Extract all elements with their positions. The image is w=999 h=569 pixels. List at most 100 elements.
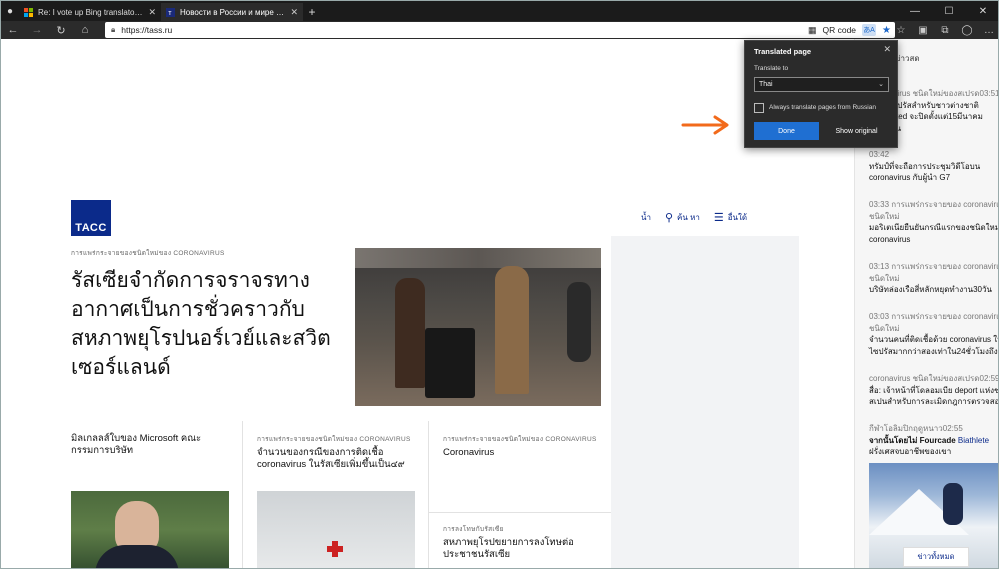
- tass-logo[interactable]: ТАСС: [71, 200, 111, 238]
- red-cross-icon: [327, 541, 343, 557]
- card-kicker[interactable]: การลงโทษกับรัสเซีย: [443, 525, 597, 534]
- article-card[interactable]: การแพร่กระจายของชนิดใหม่ของ CORONAVIRUS …: [243, 421, 429, 568]
- news-line[interactable]: coronavirus กับผู้นำ G7: [869, 172, 998, 184]
- profile-icon[interactable]: ◯: [956, 21, 978, 39]
- news-line-bold[interactable]: จากนั้นโดยไม่ Fourcade: [869, 436, 956, 445]
- article-card[interactable]: มิลเกลลส์ใบของ Microsoft คณะกรรมการบริษั…: [57, 421, 243, 568]
- browser-toolbar: ← → ↻ ⌂ 🔒︎ https://tass.ru ▦ QR code あA …: [1, 21, 998, 39]
- close-window-icon[interactable]: ✕: [966, 1, 998, 21]
- card-title[interactable]: จำนวนของกรณีของการติดเชื้อ coronavirus ใ…: [257, 447, 414, 471]
- tass-favicon-icon: т: [166, 7, 175, 17]
- photo-ceiling: [355, 248, 601, 268]
- news-line[interactable]: ทรัมป์ที่จะถือการประชุมวิดีโอบน: [869, 161, 998, 173]
- language-select[interactable]: Thai ⌄: [754, 77, 889, 92]
- more-menu-icon[interactable]: …: [978, 21, 998, 39]
- article-cards: มิลเกลลส์ใบของ Microsoft คณะกรรมการบริษั…: [57, 421, 611, 568]
- back-icon[interactable]: ←: [1, 24, 25, 36]
- tab-title: Re: I vote up Bing translator exte: [38, 7, 144, 17]
- always-translate-label[interactable]: Always translate pages from Russian: [769, 104, 876, 111]
- close-popup-icon[interactable]: ✕: [883, 44, 891, 55]
- extension-icon[interactable]: ⧉: [934, 21, 956, 39]
- card-title[interactable]: มิลเกลลส์ใบของ Microsoft คณะกรรมการบริษั…: [71, 433, 228, 457]
- all-news-button[interactable]: ข่าวทั้งหมด: [903, 547, 969, 567]
- tab-bing-translator[interactable]: Re: I vote up Bing translator exte ✕: [19, 3, 161, 21]
- always-translate-checkbox[interactable]: [754, 103, 764, 113]
- search-icon[interactable]: ⚲: [665, 211, 673, 224]
- photo-luggage: [425, 328, 475, 398]
- home-icon[interactable]: ⌂: [73, 24, 97, 36]
- nav-news-link[interactable]: น้ำ: [641, 211, 651, 224]
- selected-language: Thai: [759, 81, 773, 88]
- news-line[interactable]: บริษัทล่องเรือสี่หลักหยุดทำงาน30วัน: [869, 284, 998, 296]
- close-tab-icon[interactable]: ✕: [290, 7, 298, 18]
- photo-person: [495, 266, 529, 394]
- new-tab-icon[interactable]: +: [303, 3, 321, 21]
- article-card[interactable]: การลงโทษกับรัสเซีย สหภาพยุโรปขยายการลงโท…: [429, 513, 611, 568]
- news-feed-header: ข่าวสด: [895, 54, 920, 63]
- hero-kicker[interactable]: การแพร่กระจายของชนิดใหม่ของ CORONAVIRUS: [71, 248, 225, 258]
- news-meta: กีฬาโอลิมปิกฤดูหนาว02:55: [869, 424, 963, 433]
- show-original-button[interactable]: Show original: [824, 122, 889, 140]
- translate-to-label: Translate to: [754, 65, 789, 72]
- news-line-suffix[interactable]: Biathlete: [956, 436, 989, 445]
- done-button[interactable]: Done: [754, 122, 819, 140]
- card-title[interactable]: Coronavirus: [443, 447, 597, 459]
- news-line[interactable]: จำนวนคนที่ติดเชื้อด้วย coronavirus ใน: [869, 334, 998, 346]
- article-card[interactable]: การแพร่กระจายของชนิดใหม่ของ CORONAVIRUS …: [429, 421, 611, 513]
- close-tab-icon[interactable]: ✕: [148, 7, 156, 18]
- hero-article[interactable]: การแพร่กระจายของชนิดใหม่ของ CORONAVIRUS …: [57, 236, 611, 421]
- news-line[interactable]: มอริเตเนียยืนยันกรณีแรกของชนิดใหม่: [869, 222, 998, 234]
- hero-headline[interactable]: รัสเซียจำกัดการจราจรทางอากาศเป็นการชั่วค…: [71, 266, 336, 382]
- refresh-icon[interactable]: ↻: [49, 24, 73, 37]
- news-line[interactable]: สื่อ: เจ้าหน้าที่โดลอมเบีย deport แห่งชา: [869, 385, 998, 397]
- address-bar-actions: ▦ QR code あA ★: [808, 22, 891, 38]
- forward-icon[interactable]: →: [25, 24, 49, 36]
- window-menu-icon[interactable]: ●: [1, 1, 19, 21]
- news-item[interactable]: 03:33 การแพร่กระจายของ coronavirus ชนิดใ…: [869, 199, 999, 246]
- favorites-bar-icon[interactable]: ☆: [890, 21, 912, 39]
- maximize-icon[interactable]: ☐: [932, 1, 966, 21]
- site-nav: น้ำ ⚲ ค้น หา ☰ อื่นใด้: [641, 211, 747, 224]
- news-meta: 03:33 การแพร่กระจายของ coronavirus: [869, 200, 999, 209]
- news-item[interactable]: coronavirus ชนิดใหม่ของสเปรด02:59 สื่อ: …: [869, 373, 999, 408]
- orange-arrow-icon: [681, 115, 729, 135]
- news-item[interactable]: 03:42 ทรัมป์ที่จะถือการประชุมวิดีโอบน co…: [869, 149, 998, 184]
- card-photo[interactable]: [257, 491, 415, 568]
- menu-icon[interactable]: ☰: [714, 211, 724, 224]
- photo-person: [395, 278, 425, 388]
- nav-search-link[interactable]: ค้น หา: [677, 211, 700, 224]
- qr-code-icon[interactable]: ▦: [808, 25, 817, 36]
- card-photo[interactable]: [71, 491, 229, 568]
- photo-suit: [95, 545, 179, 568]
- news-meta: ชนิดใหม่: [869, 273, 900, 283]
- qr-code-label[interactable]: QR code: [822, 25, 856, 35]
- news-line[interactable]: สเปนสำหรับการละเมิดกฎการตรวจสอบ: [869, 396, 998, 408]
- news-item[interactable]: 03:03 การแพร่กระจายของ coronavirus ชนิดใ…: [869, 311, 999, 358]
- news-meta: coronavirus ชนิดใหม่ของสเปรด02:59: [869, 374, 999, 383]
- news-meta: 03:03 การแพร่กระจายของ coronavirus: [869, 312, 999, 321]
- news-item[interactable]: 03:13 การแพร่กระจายของ coronavirus ชนิดใ…: [869, 261, 998, 296]
- window-controls: — ☐ ✕: [898, 1, 998, 21]
- news-line[interactable]: ฝรั่งเศสจบอาชีพของเขา: [869, 446, 998, 458]
- address-bar[interactable]: 🔒︎ https://tass.ru ▦ QR code あA ★: [105, 22, 895, 38]
- nav-more-link[interactable]: อื่นใด้: [728, 211, 747, 224]
- minimize-icon[interactable]: —: [898, 1, 932, 21]
- browser-window: ● Re: I vote up Bing translator exte ✕ т…: [0, 0, 999, 569]
- microsoft-icon: [24, 7, 33, 17]
- news-meta: 03:42: [869, 150, 890, 159]
- news-item[interactable]: กีฬาโอลิมปิกฤดูหนาว02:55 จากนั้นโดยไม่ F…: [869, 423, 998, 458]
- toolbar-right: ☆ ▣ ⧉ ◯ …: [890, 21, 998, 39]
- card-kicker[interactable]: การแพร่กระจายของชนิดใหม่ของ CORONAVIRUS: [257, 435, 414, 444]
- news-line[interactable]: จากนั้นโดยไม่ Fourcade Biathlete: [869, 435, 998, 447]
- collections-icon[interactable]: ▣: [912, 21, 934, 39]
- hero-photo[interactable]: [355, 248, 601, 406]
- photo-person: [567, 282, 591, 362]
- lock-icon[interactable]: 🔒︎: [111, 25, 115, 35]
- news-line[interactable]: ไซปรัสมากกว่าสองเท่าใน24ชั่วโมงถึง26: [869, 346, 998, 358]
- photo-athlete: [943, 483, 963, 525]
- card-title[interactable]: สหภาพยุโรปขยายการลงโทษต่อประชาชนรัสเซีย: [443, 537, 597, 561]
- news-line[interactable]: coronavirus: [869, 234, 998, 246]
- card-kicker[interactable]: การแพร่กระจายของชนิดใหม่ของ CORONAVIRUS: [443, 435, 597, 444]
- tab-tass[interactable]: т Новости в России и мире - ТАСС ✕: [161, 3, 303, 21]
- translate-icon[interactable]: あA: [862, 24, 877, 36]
